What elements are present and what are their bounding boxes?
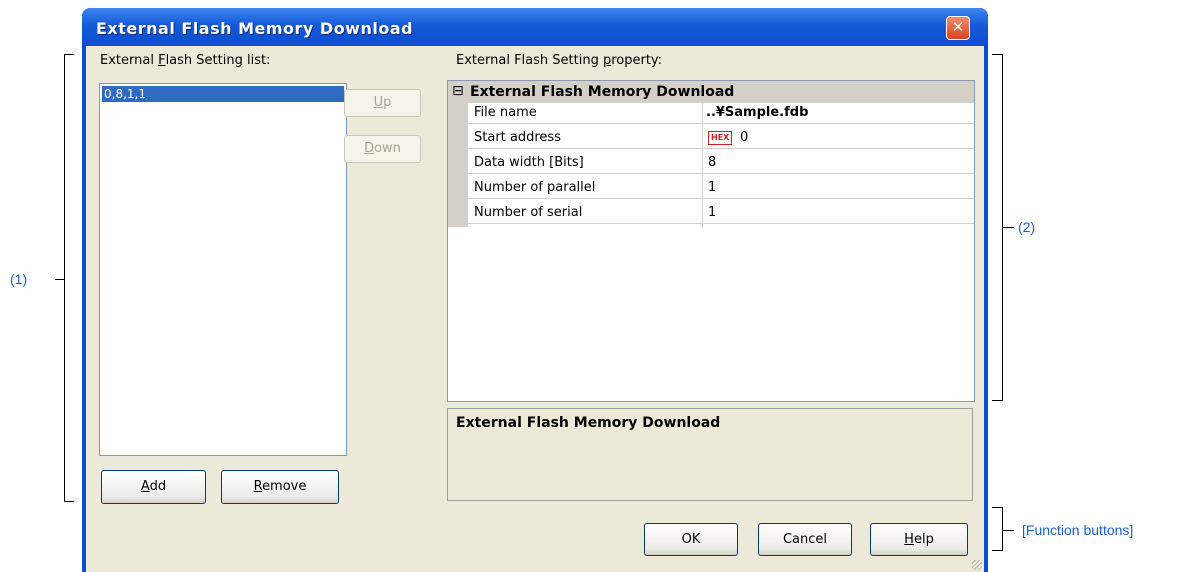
up-button[interactable]: Up (344, 89, 421, 117)
property-grid[interactable]: ⊟ External Flash Memory Download File na… (447, 80, 975, 402)
title-bar[interactable]: External Flash Memory Download ✕ (82, 8, 988, 46)
grid-gutter (448, 103, 468, 227)
close-icon: ✕ (951, 18, 965, 36)
bracket-1-bottom (64, 501, 74, 502)
collapse-icon[interactable]: ⊟ (452, 83, 464, 99)
hex-badge-icon: HEX (708, 131, 733, 145)
property-row-parallel[interactable]: Number of parallel 1 (468, 178, 974, 199)
category-row[interactable]: ⊟ External Flash Memory Download (448, 81, 974, 103)
bracket-fb-tick (1002, 530, 1014, 531)
bracket-2-tick (1002, 227, 1014, 228)
callout-2-label: (2) (1018, 219, 1036, 235)
category-title: External Flash Memory Download (470, 84, 735, 100)
property-value[interactable]: 0 (740, 130, 748, 145)
property-name: Start address (474, 130, 561, 145)
external-flash-dialog: External Flash Memory Download ✕ Externa… (82, 8, 988, 572)
bracket-1-tick (55, 279, 65, 280)
column-separator[interactable] (702, 103, 703, 227)
dialog-client-area: External Flash Setting list: 0,8,1,1 Up … (86, 46, 984, 572)
property-row-file-name[interactable]: File name ..¥Sample.fdb (468, 103, 974, 124)
help-button[interactable]: Help (870, 523, 968, 556)
setting-property-label: External Flash Setting property: (456, 53, 663, 68)
down-button[interactable]: Down (344, 135, 421, 163)
bracket-fb-top (992, 507, 1002, 508)
property-value[interactable]: 1 (708, 180, 716, 195)
property-value[interactable]: 8 (708, 155, 716, 170)
setting-list-label: External Flash Setting list: (100, 53, 271, 68)
property-name: Number of serial (474, 205, 583, 220)
cancel-button[interactable]: Cancel (758, 523, 852, 556)
property-row-start-address[interactable]: Start address HEX 0 (468, 128, 974, 149)
description-text: External Flash Memory Download (456, 415, 721, 431)
property-name: File name (474, 105, 537, 120)
resize-grip-icon[interactable] (972, 560, 982, 570)
add-button[interactable]: Add (101, 470, 206, 504)
setting-listbox[interactable]: 0,8,1,1 (99, 83, 347, 456)
list-item[interactable]: 0,8,1,1 (102, 86, 344, 102)
bracket-1-vertical (64, 54, 65, 502)
bracket-fb-bottom (992, 550, 1002, 551)
callout-function-buttons-label: [Function buttons] (1022, 522, 1134, 538)
property-row-data-width[interactable]: Data width [Bits] 8 (468, 153, 974, 174)
callout-1-label: (1) (10, 271, 28, 287)
remove-button[interactable]: Remove (221, 470, 339, 504)
property-value[interactable]: 1 (708, 205, 716, 220)
bracket-2-bottom (992, 400, 1002, 401)
bracket-1-top (64, 54, 74, 55)
property-description-panel: External Flash Memory Download (447, 408, 973, 501)
dialog-title: External Flash Memory Download (96, 19, 414, 38)
bracket-2-top (992, 54, 1002, 55)
property-row-serial[interactable]: Number of serial 1 (468, 203, 974, 224)
ok-button[interactable]: OK (644, 523, 738, 556)
close-button[interactable]: ✕ (946, 16, 970, 40)
property-name: Number of parallel (474, 180, 596, 195)
bracket-fb-vertical (1002, 507, 1003, 551)
property-value[interactable]: ..¥Sample.fdb (706, 105, 808, 120)
property-name: Data width [Bits] (474, 155, 584, 170)
